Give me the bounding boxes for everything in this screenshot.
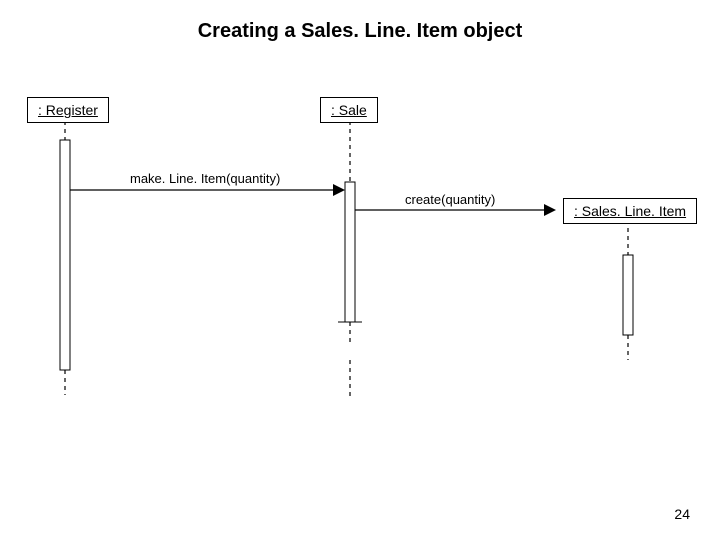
- message-makelineitem: make. Line. Item(quantity): [130, 171, 280, 186]
- lifeline-sale-label: : Sale: [331, 102, 367, 118]
- message-create: create(quantity): [405, 192, 495, 207]
- lifeline-saleslineitem-label: : Sales. Line. Item: [574, 203, 686, 219]
- sequence-diagram: [0, 0, 720, 540]
- lifeline-register: : Register: [27, 97, 109, 123]
- lifeline-saleslineitem: : Sales. Line. Item: [563, 198, 697, 224]
- lifeline-sale: : Sale: [320, 97, 378, 123]
- page-number: 24: [674, 506, 690, 522]
- lifeline-register-label: : Register: [38, 102, 98, 118]
